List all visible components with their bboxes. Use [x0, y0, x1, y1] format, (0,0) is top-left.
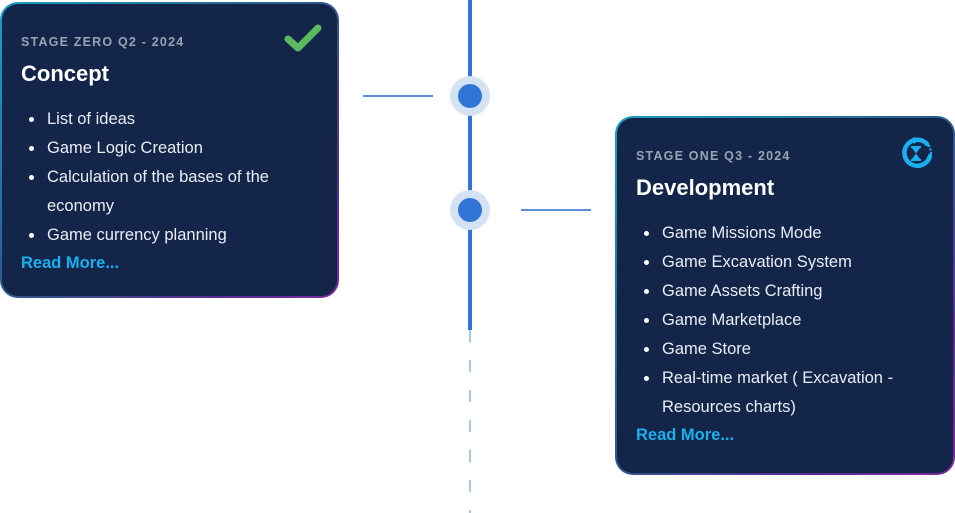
- hourglass-refresh-icon: [902, 137, 933, 168]
- checkmark-icon: [284, 24, 322, 52]
- list-item: Game currency planning: [21, 221, 319, 250]
- timeline-node-stage-zero: [450, 76, 490, 116]
- stage-label: STAGE ONE Q3 - 2024: [636, 149, 791, 163]
- timeline-spine-completed: [468, 0, 472, 330]
- read-more-link[interactable]: Read More...: [21, 250, 119, 276]
- connector-line-stage-zero: [363, 95, 433, 97]
- stage-items-list: List of ideas Game Logic Creation Calcul…: [21, 105, 319, 250]
- timeline-node-stage-one: [450, 190, 490, 230]
- roadmap-timeline: STAGE ZERO Q2 - 2024 Concept List of ide…: [0, 0, 955, 513]
- timeline-node-dot: [458, 84, 482, 108]
- connector-line-stage-one: [521, 209, 591, 211]
- list-item: Game Assets Crafting: [636, 277, 935, 306]
- list-item: Game Marketplace: [636, 306, 935, 335]
- stage-card-body: STAGE ONE Q3 - 2024 Development Game Mis…: [617, 118, 953, 473]
- list-item: Game Excavation System: [636, 248, 935, 277]
- stage-card-body: STAGE ZERO Q2 - 2024 Concept List of ide…: [2, 4, 337, 296]
- timeline-node-dot: [458, 198, 482, 222]
- list-item: Game Store: [636, 335, 935, 364]
- stage-label: STAGE ZERO Q2 - 2024: [21, 35, 185, 49]
- list-item: Game Logic Creation: [21, 134, 319, 163]
- timeline-spine-upcoming: [469, 330, 471, 513]
- stage-card-development: STAGE ONE Q3 - 2024 Development Game Mis…: [615, 116, 955, 475]
- list-item: List of ideas: [21, 105, 319, 134]
- stage-items-list: Game Missions Mode Game Excavation Syste…: [636, 219, 935, 422]
- read-more-link[interactable]: Read More...: [636, 422, 734, 448]
- stage-card-concept: STAGE ZERO Q2 - 2024 Concept List of ide…: [0, 2, 339, 298]
- list-item: Real-time market ( Excavation - Resource…: [636, 364, 935, 422]
- stage-title: Development: [636, 175, 775, 200]
- stage-title: Concept: [21, 61, 109, 86]
- list-item: Calculation of the bases of the economy: [21, 163, 319, 221]
- list-item: Game Missions Mode: [636, 219, 935, 248]
